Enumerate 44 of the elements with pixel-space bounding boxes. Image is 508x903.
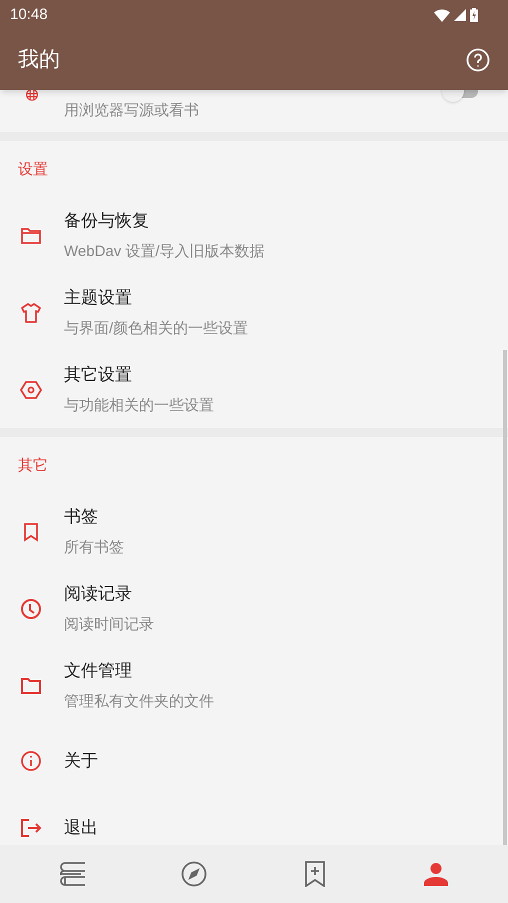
help-icon[interactable]: [466, 48, 490, 72]
battery-icon: [470, 8, 478, 22]
menu-item[interactable]: 阅读记录 阅读时间记录: [0, 570, 508, 647]
books-icon[interactable]: [60, 862, 86, 886]
hexagon-icon: [20, 380, 42, 400]
item-title: 阅读记录: [64, 582, 133, 604]
shirt-icon: [20, 302, 42, 324]
page-title: 我的: [18, 47, 60, 74]
menu-item[interactable]: 退出: [0, 797, 508, 845]
logout-icon: [20, 818, 42, 838]
item-subtitle: 与功能相关的一些设置: [64, 396, 214, 416]
compass-icon[interactable]: [180, 861, 206, 887]
status-time: 10:48: [10, 4, 48, 25]
signal-icon: [454, 9, 466, 21]
item-title: 关于: [64, 750, 98, 772]
item-title: 书签: [64, 506, 99, 528]
item-title: 退出: [64, 817, 98, 839]
folder-icon: [20, 226, 42, 246]
item-subtitle: 阅读时间记录: [64, 614, 154, 634]
info-icon: [20, 750, 42, 772]
item-title: 主题设置: [64, 286, 133, 308]
bookmark-icon: [23, 522, 39, 542]
menu-item[interactable]: 书签 所有书签: [0, 493, 508, 570]
menu-item[interactable]: 备份与恢复 WebDav 设置/导入旧版本数据: [0, 197, 508, 274]
person-icon[interactable]: [424, 862, 448, 886]
menu-item[interactable]: 关于: [0, 724, 508, 797]
item-subtitle: WebDav 设置/导入旧版本数据: [64, 242, 265, 262]
menu-item[interactable]: 文件管理 管理私有文件夹的文件: [0, 647, 508, 724]
item-subtitle: 用浏览器写源或看书: [64, 101, 199, 121]
item-title: 文件管理: [64, 660, 133, 682]
item-title: 其它设置: [64, 364, 133, 386]
folder-icon: [20, 676, 42, 694]
section-header: 其它: [18, 456, 48, 476]
menu-item[interactable]: 主题设置 与界面/颜色相关的一些设置: [0, 274, 508, 351]
menu-item[interactable]: 其它设置 与功能相关的一些设置: [0, 351, 508, 428]
bookmark-add-icon[interactable]: [304, 861, 326, 887]
item-subtitle: 与界面/颜色相关的一些设置: [64, 318, 248, 338]
clock-icon: [20, 598, 42, 620]
toggle-switch[interactable]: [442, 90, 478, 102]
item-subtitle: 管理私有文件夹的文件: [64, 692, 214, 712]
item-subtitle: 所有书签: [64, 538, 124, 558]
item-title: 备份与恢复: [64, 210, 150, 232]
section-header: 设置: [18, 160, 48, 180]
wifi-icon: [434, 8, 450, 22]
